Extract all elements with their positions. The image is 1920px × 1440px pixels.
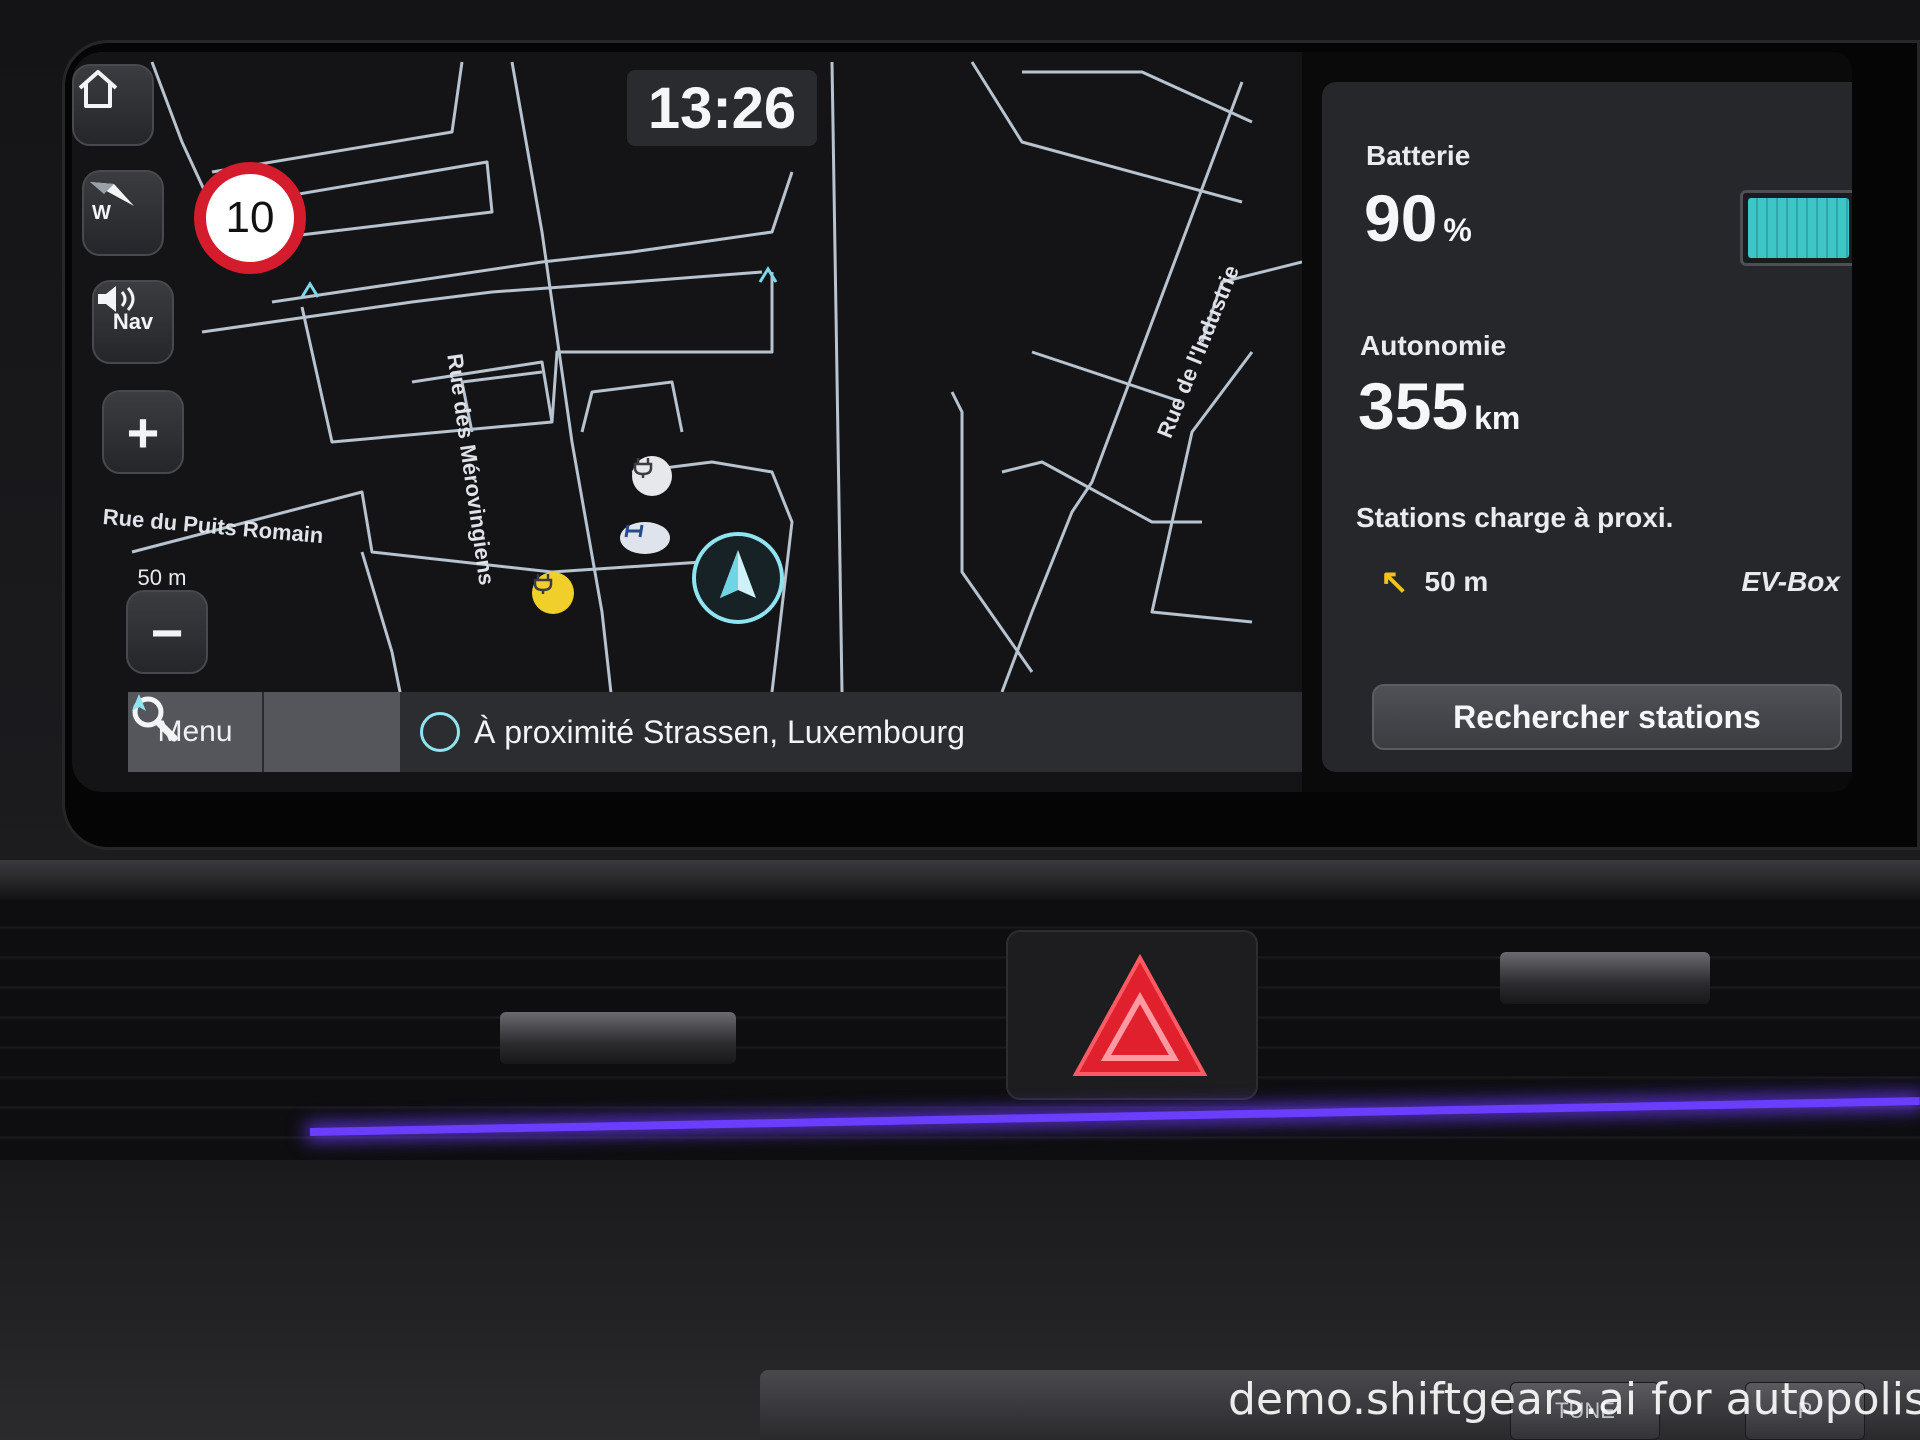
- range-value: 355: [1358, 369, 1469, 443]
- current-location[interactable]: À proximité Strassen, Luxembourg: [132, 692, 965, 772]
- battery-value: 90: [1364, 181, 1438, 255]
- speaker-icon: [98, 286, 135, 312]
- range-unit: km: [1474, 400, 1521, 436]
- dashboard-trim: [0, 860, 1920, 900]
- hyundai-h-icon: [624, 524, 644, 538]
- home-button[interactable]: [72, 64, 154, 146]
- compass-button[interactable]: W: [82, 170, 164, 256]
- battery-label: Batterie: [1366, 140, 1471, 171]
- navigation-arrow-icon: [720, 550, 756, 598]
- range-label: Autonomie: [1360, 330, 1507, 361]
- ev-info-panel: Batterie 90% Autonomie 355 km Stations ch…: [1322, 82, 1852, 772]
- battery-unit: %: [1443, 212, 1472, 248]
- navigation-map[interactable]: 13:26 W Nav + 50 m − 10 Rue des Méroving…: [72, 52, 1302, 792]
- speed-limit-sign: 10: [194, 162, 306, 274]
- location-text: À proximité Strassen, Luxembourg: [474, 713, 965, 750]
- plug-icon: [533, 574, 553, 594]
- left-vent-tab[interactable]: [500, 1012, 736, 1064]
- clock: 13:26: [627, 70, 817, 146]
- nearest-station-row[interactable]: ↖ 50 m EV-Box: [1380, 562, 1840, 602]
- map-bottom-bar: Menu À proximité Strassen, Luxembourg: [128, 692, 1302, 772]
- battery-level-fill: [1748, 198, 1849, 258]
- hazard-button[interactable]: [1070, 950, 1210, 1082]
- zoom-in-button[interactable]: +: [102, 390, 184, 474]
- search-stations-button[interactable]: Rechercher stations: [1372, 684, 1842, 750]
- right-vent-tab[interactable]: [1500, 952, 1710, 1004]
- search-button[interactable]: [132, 692, 400, 772]
- nearest-station-distance: 50 m: [1424, 566, 1489, 597]
- nearest-station-name: EV-Box: [1741, 566, 1840, 597]
- current-position-marker: [692, 532, 784, 624]
- map-scale-text: 50 m: [137, 565, 187, 590]
- plug-icon: [633, 458, 653, 478]
- home-icon: [78, 70, 118, 108]
- zoom-out-button[interactable]: −: [126, 590, 208, 674]
- battery-icon: [1740, 190, 1852, 266]
- location-arrow-icon: [132, 694, 460, 752]
- compass-icon: [90, 182, 134, 206]
- ev-charging-icon[interactable]: [532, 572, 574, 614]
- nav-volume-button[interactable]: Nav: [92, 280, 174, 364]
- stations-label: Stations charge à proxi.: [1356, 502, 1674, 533]
- watermark: demo.shiftgears.ai for autopolis: [1228, 1374, 1920, 1425]
- ev-charging-icon[interactable]: [632, 456, 672, 496]
- hyundai-logo-icon[interactable]: [620, 522, 670, 554]
- direction-arrow-icon: ↖: [1380, 563, 1409, 601]
- range-value-group: 355 km: [1358, 368, 1520, 444]
- infotainment-screen: 13:26 W Nav + 50 m − 10 Rue des Méroving…: [72, 52, 1852, 792]
- battery-value-group: 90%: [1364, 180, 1472, 256]
